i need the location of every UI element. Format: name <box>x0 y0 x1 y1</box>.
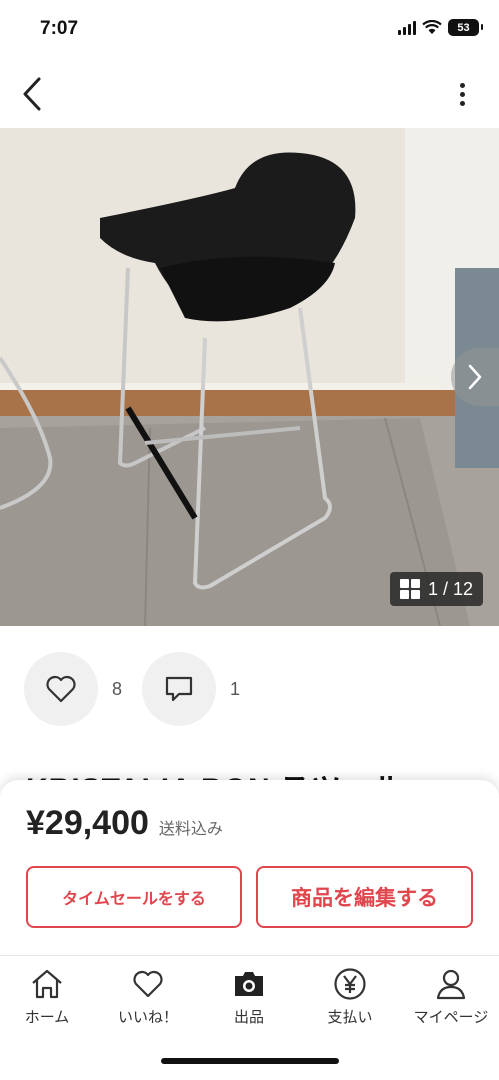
cellular-signal-icon <box>398 20 416 35</box>
shipping-note: 送料込み <box>158 819 223 838</box>
home-indicator <box>161 1058 339 1064</box>
comment-button[interactable] <box>142 652 217 726</box>
price-action-sheet: ¥29,400 送料込み タイムセールをする 商品を編集する <box>0 780 499 955</box>
item-actions: 8 1 <box>24 652 240 726</box>
status-time: 7:07 <box>40 18 79 39</box>
tab-mypage[interactable]: マイページ <box>401 966 499 1027</box>
wifi-icon <box>422 20 442 34</box>
tab-payment-label: 支払い <box>327 1008 373 1026</box>
tab-likes-label: いいね！ <box>117 1008 178 1026</box>
tab-payment[interactable]: 支払い <box>300 966 400 1027</box>
page-counter-text: 1 / 12 <box>427 578 473 599</box>
comment-count: 1 <box>230 678 241 699</box>
timesale-button[interactable]: タイムセールをする <box>26 866 242 928</box>
battery-level: 53 <box>457 21 470 34</box>
tab-sell-label: 出品 <box>233 1008 264 1026</box>
comment-icon <box>165 676 193 702</box>
product-photo <box>0 128 499 626</box>
like-count: 8 <box>112 678 123 699</box>
edit-item-button[interactable]: 商品を編集する <box>256 866 473 928</box>
chevron-right-icon <box>468 364 482 390</box>
more-options-button[interactable] <box>447 74 477 114</box>
person-icon <box>433 966 469 1002</box>
product-photo-carousel[interactable]: 1 / 12 <box>0 128 499 626</box>
status-icons: 53 <box>398 19 483 36</box>
more-vertical-icon <box>459 82 465 88</box>
tab-mypage-label: マイページ <box>413 1008 489 1026</box>
chevron-left-icon <box>23 77 41 111</box>
heart-icon <box>46 675 76 703</box>
tab-home[interactable]: ホーム <box>0 966 97 1027</box>
tab-likes[interactable]: いいね！ <box>98 966 198 1027</box>
like-button[interactable] <box>24 652 98 726</box>
tab-home-label: ホーム <box>24 1008 70 1026</box>
heart-icon <box>130 966 166 1002</box>
home-icon <box>29 966 65 1002</box>
status-bar: 7:07 53 <box>0 0 499 60</box>
price-row: ¥29,400 送料込み <box>26 804 223 843</box>
tab-sell[interactable]: 出品 <box>199 966 299 1027</box>
photo-page-counter[interactable]: 1 / 12 <box>389 572 483 606</box>
top-nav <box>0 60 499 128</box>
camera-icon <box>231 966 267 1002</box>
battery-icon: 53 <box>448 19 483 36</box>
back-button[interactable] <box>12 74 52 114</box>
price: ¥29,400 <box>26 804 149 842</box>
grid-icon <box>399 579 420 599</box>
yen-icon <box>332 966 368 1002</box>
